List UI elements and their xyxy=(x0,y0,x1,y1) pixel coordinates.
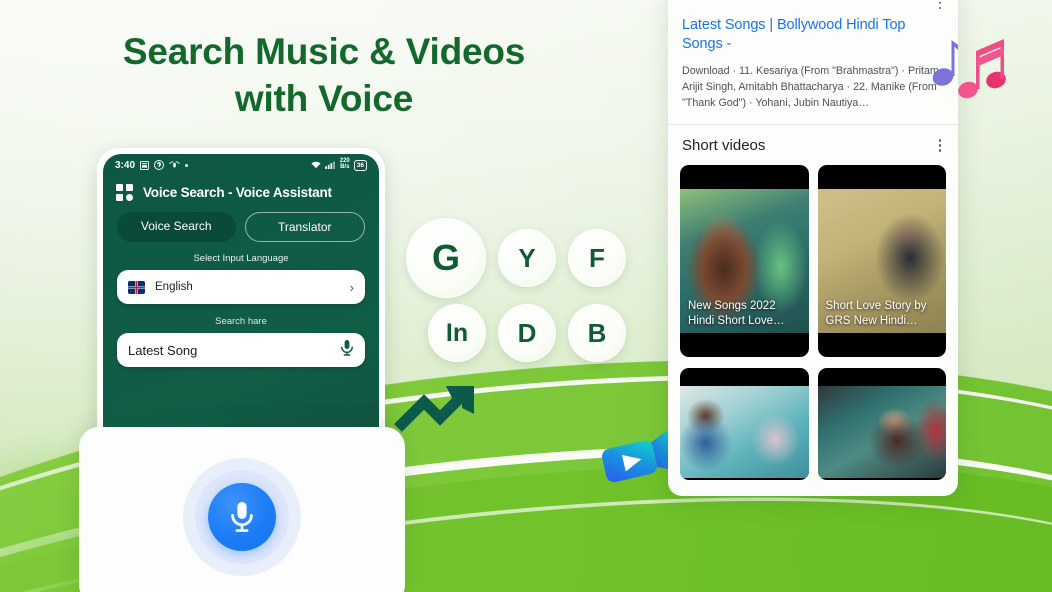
grid-cell xyxy=(126,184,133,191)
calendar-icon xyxy=(140,160,150,170)
signal-icon xyxy=(324,161,336,169)
language-value: English xyxy=(155,281,193,293)
battery-indicator: 36 xyxy=(353,159,367,171)
search-label: Search hare xyxy=(215,316,267,327)
grid-cell xyxy=(116,184,123,191)
status-dot-icon xyxy=(185,163,189,167)
grid-cell xyxy=(116,194,123,201)
short-videos-header: Short videos xyxy=(668,125,958,154)
status-time: 3:40 xyxy=(115,159,136,171)
kebab-dot xyxy=(938,144,942,147)
video-thumbnail[interactable] xyxy=(680,368,809,481)
short-videos-grid-row-2 xyxy=(668,357,958,481)
data-rate-indicator: 220 B/s xyxy=(340,158,350,170)
grid-cell-circle xyxy=(126,194,133,201)
status-bar: 3:40 220 B/s 36 xyxy=(103,154,379,176)
tab-voice-search[interactable]: Voice Search xyxy=(117,212,236,242)
language-label: Select Input Language xyxy=(193,253,289,264)
tab-translator[interactable]: Translator xyxy=(244,212,365,242)
result-menu-row xyxy=(668,0,958,12)
search-result-snippet: Download · 11. Kesariya (From "Brahmastr… xyxy=(682,64,942,110)
result-overflow-menu-icon[interactable] xyxy=(933,0,947,12)
video-thumbnail[interactable] xyxy=(817,368,946,481)
short-videos-overflow-menu-icon[interactable] xyxy=(933,136,947,154)
status-bar-left: 3:40 xyxy=(115,159,189,171)
search-engine-circles: G Y F In D B xyxy=(406,218,638,362)
cast-icon xyxy=(169,161,180,169)
video-thumbnail-image xyxy=(817,386,946,479)
kebab-dot xyxy=(938,138,942,142)
video-caption: New Songs 2022 Hindi Short Love… xyxy=(688,300,785,328)
chevron-right-icon: › xyxy=(349,279,354,295)
grid-menu-icon[interactable] xyxy=(116,184,133,201)
video-thumbnail[interactable]: Short Love Story by GRS New Hindi… xyxy=(817,165,946,358)
search-results-panel: Latest Songs | Bollywood Hindi Top Songs… xyxy=(668,0,958,496)
kebab-dot xyxy=(938,149,942,152)
video-thumbnail[interactable]: New Songs 2022 Hindi Short Love… xyxy=(680,165,809,358)
status-bar-right: 220 B/s 36 xyxy=(311,158,367,171)
mic-button[interactable] xyxy=(208,483,276,551)
app-badge-icon xyxy=(154,160,164,170)
app-title: Voice Search - Voice Assistant xyxy=(143,185,332,200)
headline-line-1: Search Music & Videos xyxy=(122,31,526,72)
music-note-pink xyxy=(958,39,1006,99)
short-videos-grid-row-1: New Songs 2022 Hindi Short Love… Short L… xyxy=(668,154,958,358)
search-result-title[interactable]: Latest Songs | Bollywood Hindi Top Songs… xyxy=(668,12,958,55)
engine-circle-youtube[interactable]: Y xyxy=(498,229,556,287)
kebab-dot xyxy=(938,1,942,5)
video-thumbnail-image xyxy=(680,386,809,479)
uk-flag-icon xyxy=(128,280,145,294)
language-selector[interactable]: English › xyxy=(117,270,365,304)
microphone-icon[interactable] xyxy=(340,339,354,362)
voice-input-card xyxy=(79,427,405,592)
music-note-purple xyxy=(932,40,958,86)
mic-button-icon xyxy=(231,502,253,532)
phone-screen: 3:40 220 B/s 36 Voice Search - Voice Ass… xyxy=(103,154,379,448)
engine-circle-facebook[interactable]: F xyxy=(568,229,626,287)
engine-circle-dailymotion[interactable]: D xyxy=(498,304,556,362)
kebab-dot xyxy=(938,6,942,10)
music-notes-icon xyxy=(930,33,1012,103)
video-caption: Short Love Story by GRS New Hindi… xyxy=(825,300,927,328)
engine-circle-google[interactable]: G xyxy=(406,218,486,298)
engine-circle-bing[interactable]: B xyxy=(568,304,626,362)
data-rate-unit: B/s xyxy=(340,164,350,170)
short-videos-title: Short videos xyxy=(682,136,766,154)
page-title: Search Music & Videos with Voice xyxy=(0,28,648,123)
wifi-icon xyxy=(311,161,321,169)
headline-line-2: with Voice xyxy=(234,78,414,120)
engine-circle-instagram[interactable]: In xyxy=(428,304,486,362)
phone-tabs: Voice Search Translator xyxy=(103,203,379,242)
search-value: Latest Song xyxy=(128,342,198,358)
app-header: Voice Search - Voice Assistant xyxy=(103,176,379,203)
search-input[interactable]: Latest Song xyxy=(117,333,365,367)
trending-up-icon xyxy=(394,378,484,436)
phone-mockup: 3:40 220 B/s 36 Voice Search - Voice Ass… xyxy=(97,148,385,448)
